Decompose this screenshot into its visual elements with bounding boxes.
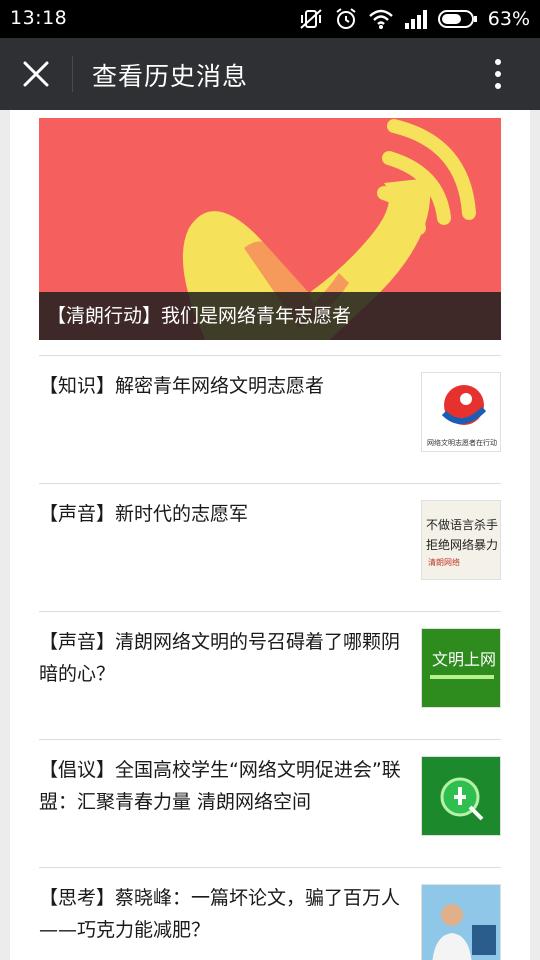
speaker-photo-icon [422, 885, 500, 960]
alarm-icon [336, 8, 356, 29]
battery-percent: 63% [487, 8, 530, 30]
title-bar: 查看历史消息 [0, 38, 540, 110]
page-title: 查看历史消息 [92, 62, 249, 91]
article-thumbnail: 网络文明志愿者在行动 [421, 372, 501, 452]
featured-article[interactable]: 【清朗行动】我们是网络青年志愿者 [39, 118, 501, 340]
article-title: 【声音】新时代的志愿军 [39, 503, 249, 525]
article-title: 【倡议】全国高校学生“网络文明促进会”联盟：汇聚青春力量 清朗网络空间 [39, 759, 401, 813]
more-dot-icon [495, 59, 501, 65]
article-thumbnail [421, 756, 501, 836]
article-title: 【声音】清朗网络文明的号召碍着了哪颗阴暗的心？ [39, 631, 401, 685]
svg-text:不做语言杀手: 不做语言杀手 [426, 517, 498, 532]
article-item[interactable]: 【声音】新时代的志愿军 不做语言杀手 拒绝网络暴力 清朗网络 [39, 483, 501, 611]
featured-article-caption: 【清朗行动】我们是网络青年志愿者 [39, 292, 501, 340]
wifi-icon [368, 9, 393, 29]
close-button[interactable] [14, 52, 58, 96]
article-item[interactable]: 【倡议】全国高校学生“网络文明促进会”联盟：汇聚青春力量 清朗网络空间 [39, 739, 501, 867]
status-bar: 13:18 63% [0, 0, 540, 38]
article-item[interactable]: 【知识】解密青年网络文明志愿者 网络文明志愿者在行动 [39, 355, 501, 483]
more-options-button[interactable] [476, 52, 520, 96]
svg-text:清朗网络: 清朗网络 [428, 557, 460, 567]
svg-text:文明上网: 文明上网 [432, 650, 496, 669]
status-time: 13:18 [10, 7, 68, 29]
hand-cursor-image-icon [422, 757, 500, 835]
message-history-list[interactable]: 【清朗行动】我们是网络青年志愿者 【知识】解密青年网络文明志愿者 网络文明志愿者… [10, 110, 530, 960]
volunteer-logo-icon: 网络文明志愿者在行动 [427, 385, 497, 447]
article-thumbnail [421, 884, 501, 960]
title-divider [72, 56, 73, 92]
article-item[interactable]: 【声音】清朗网络文明的号召碍着了哪颗阴暗的心？ 文明上网 [39, 611, 501, 739]
article-title: 【知识】解密青年网络文明志愿者 [39, 375, 325, 397]
article-thumbnail: 不做语言杀手 拒绝网络暴力 清朗网络 [421, 500, 501, 580]
svg-text:网络文明志愿者在行动: 网络文明志愿者在行动 [427, 438, 497, 447]
vibrate-mute-icon [300, 9, 322, 29]
battery-icon [437, 10, 477, 28]
article-thumbnail: 文明上网 [421, 628, 501, 708]
more-dot-icon [495, 83, 501, 89]
article-title: 【思考】蔡晓峰：一篇坏论文，骗了百万人——巧克力能减肥？ [39, 887, 401, 941]
more-dot-icon [495, 71, 501, 77]
signal-icon [404, 10, 427, 29]
status-icons: 63% [298, 6, 530, 32]
calligraphy-image-icon: 不做语言杀手 拒绝网络暴力 清朗网络 [426, 517, 498, 567]
svg-text:拒绝网络暴力: 拒绝网络暴力 [426, 537, 498, 552]
civilized-internet-image-icon: 文明上网 [422, 629, 500, 707]
article-item[interactable]: 【思考】蔡晓峰：一篇坏论文，骗了百万人——巧克力能减肥？ [39, 867, 501, 960]
close-icon [23, 61, 49, 87]
